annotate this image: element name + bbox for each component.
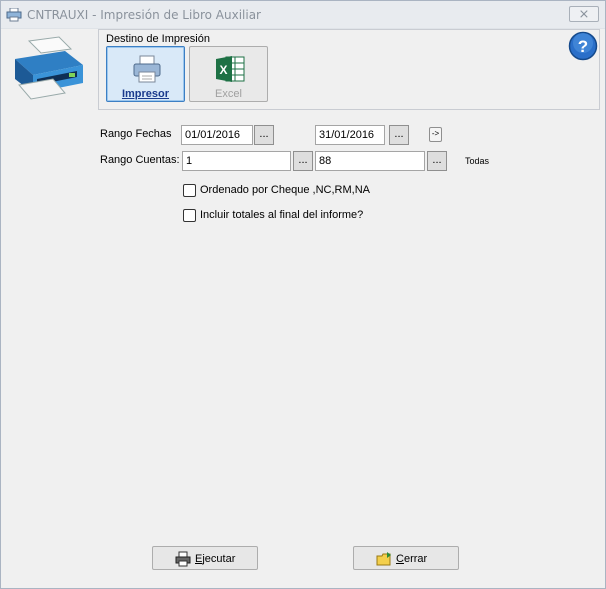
- close-button[interactable]: ⨯: [569, 6, 599, 22]
- totales-checkbox[interactable]: [183, 209, 196, 222]
- cerrar-button[interactable]: Cerrar: [353, 546, 459, 570]
- fecha-hasta-picker-button[interactable]: ...: [389, 125, 409, 145]
- ordenado-checkbox-label: Ordenado por Cheque ,NC,RM,NA: [200, 184, 370, 196]
- fecha-desde-input[interactable]: 01/01/2016: [181, 125, 253, 145]
- window-title: CNTRAUXI - Impresión de Libro Auxiliar: [27, 8, 261, 22]
- title-bar: CNTRAUXI - Impresión de Libro Auxiliar ⨯: [1, 1, 605, 29]
- svg-text:X: X: [220, 63, 228, 77]
- excel-label: Excel: [215, 88, 242, 100]
- ejecutar-button[interactable]: Ejecutar: [152, 546, 258, 570]
- cuenta-desde-lookup-button[interactable]: ...: [293, 151, 313, 171]
- close-icon: ⨯: [578, 6, 590, 21]
- cuenta-desde-input[interactable]: 1: [182, 151, 291, 171]
- printer-icon: [6, 8, 22, 22]
- impresor-label: Impresor: [121, 88, 170, 100]
- todas-label: Todas: [465, 156, 490, 166]
- printer-icon: [133, 55, 161, 83]
- svg-text:?: ?: [578, 37, 588, 56]
- excel-button[interactable]: X Excel: [189, 46, 268, 102]
- destino-label: Destino de Impresión: [106, 33, 210, 45]
- help-icon[interactable]: ?: [568, 31, 598, 61]
- folder-close-icon: [376, 552, 391, 566]
- destino-group: Destino de Impresión Impresor X Excel: [98, 29, 600, 110]
- impresor-button[interactable]: Impresor: [106, 46, 185, 102]
- totales-checkbox-label: Incluir totales al final del informe?: [200, 209, 364, 221]
- fecha-desde-picker-button[interactable]: ...: [254, 125, 274, 145]
- excel-icon: X: [216, 56, 245, 82]
- arrow-button[interactable]: ->: [429, 127, 442, 142]
- ejecutar-label: Ejecutar: [195, 553, 236, 565]
- rango-cuentas-label: Rango Cuentas:: [100, 154, 180, 166]
- printer-icon: [175, 551, 191, 567]
- cuenta-hasta-lookup-button[interactable]: ...: [427, 151, 447, 171]
- ordenado-checkbox[interactable]: [183, 184, 196, 197]
- rango-fechas-label: Rango Fechas: [100, 128, 172, 140]
- fecha-hasta-input[interactable]: 31/01/2016: [315, 125, 385, 145]
- cuenta-hasta-input[interactable]: 88: [315, 151, 425, 171]
- cerrar-label: Cerrar: [396, 553, 428, 565]
- app-window: CNTRAUXI - Impresión de Libro Auxiliar ⨯…: [0, 0, 606, 589]
- printer-logo-icon: [15, 36, 83, 100]
